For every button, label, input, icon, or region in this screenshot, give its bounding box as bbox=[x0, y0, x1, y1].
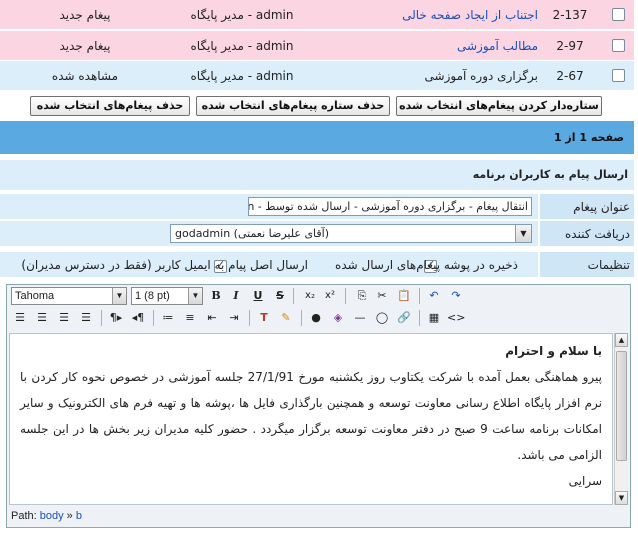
horizontal-rule-icon[interactable]: — bbox=[351, 309, 369, 327]
table-row: 2-137 اجتناب از ایجاد صفحه خالی admin - … bbox=[0, 0, 634, 30]
body-text: پیرو هماهنگی بعمل آمده با شرکت یکتاوب رو… bbox=[20, 370, 603, 462]
row-checkbox[interactable] bbox=[612, 39, 625, 52]
undo-icon[interactable]: ↶ bbox=[425, 287, 443, 305]
message-subject-link[interactable]: اجتناب از ایجاد صفحه خالی bbox=[318, 0, 538, 30]
editor-content[interactable]: با سلام و احترام پیرو هماهنگی بعمل آمده … bbox=[9, 333, 613, 505]
message-status: پیغام جدید bbox=[59, 8, 111, 22]
scroll-up-icon[interactable]: ▲ bbox=[615, 333, 628, 347]
underline-icon[interactable]: U bbox=[249, 287, 267, 305]
recipient-value: godadmin (آقای علیرضا نعمتی) bbox=[175, 227, 330, 240]
chevron-down-icon[interactable]: ▼ bbox=[515, 225, 531, 242]
indent-icon[interactable]: ⇥ bbox=[225, 309, 243, 327]
message-status: مشاهده شده bbox=[51, 69, 119, 83]
superscript-icon[interactable]: x² bbox=[321, 287, 339, 305]
insert-object-icon[interactable]: ◈ bbox=[329, 309, 347, 327]
body-closing: سرایی bbox=[568, 474, 602, 488]
font-family-select[interactable]: Tahoma ▼ bbox=[11, 287, 127, 305]
message-status: پیغام جدید bbox=[59, 39, 111, 53]
message-id: 2-97 bbox=[556, 39, 584, 53]
recipient-cell: godadmin (آقای علیرضا نعمتی) ▼ bbox=[0, 221, 538, 247]
editor-toolbar-bottom: ☰ ☰ ☰ ☰ ¶▸ ◂¶ ≔ ≡ ⇤ ⇥ T ✎ ● ◈ — ◯ 🔗 ▦ <> bbox=[7, 307, 630, 329]
align-center-icon[interactable]: ☰ bbox=[33, 309, 51, 327]
font-size-value: 1 (8 pt) bbox=[135, 290, 170, 302]
path-b-link[interactable]: b bbox=[76, 510, 82, 522]
strikethrough-icon[interactable]: S bbox=[271, 287, 289, 305]
unstar-selected-button[interactable]: حذف ستاره پیغام‌های انتخاب شده bbox=[196, 96, 390, 116]
copy-icon[interactable]: ⎘ bbox=[353, 287, 371, 305]
outdent-icon[interactable]: ⇤ bbox=[203, 309, 221, 327]
recipient-select[interactable]: godadmin (آقای علیرضا نعمتی) ▼ bbox=[170, 224, 532, 243]
settings-row: تنظیمات ذخیره در پوشه پیغام‌های ارسال شد… bbox=[0, 252, 634, 278]
cut-icon[interactable]: ✂ bbox=[373, 287, 391, 305]
subject-label: عنوان پیغام bbox=[540, 194, 634, 220]
subject-cell: انتقال پیغام - برگزاری دوره آموزشی - ارس… bbox=[0, 194, 538, 220]
recipient-row: دریافت کننده godadmin (آقای علیرضا نعمتی… bbox=[0, 221, 634, 247]
font-size-select[interactable]: 1 (8 pt) ▼ bbox=[131, 287, 203, 305]
align-justify-icon[interactable]: ☰ bbox=[77, 309, 95, 327]
subscript-icon[interactable]: x₂ bbox=[301, 287, 319, 305]
align-left-icon[interactable]: ☰ bbox=[11, 309, 29, 327]
scroll-down-icon[interactable]: ▼ bbox=[615, 491, 628, 505]
message-sender: admin - مدیر پایگاه bbox=[190, 39, 294, 53]
action-button-bar: ستاره‌دار کردن پیغام‌های انتخاب شده حذف … bbox=[0, 92, 634, 120]
highlight-color-icon[interactable]: ✎ bbox=[277, 309, 295, 327]
editor-path-bar: Path: body » b bbox=[7, 505, 630, 527]
editor-toolbar-top: Tahoma ▼ 1 (8 pt) ▼ B I U S x₂ x² ⎘ ✂ 📋 … bbox=[7, 285, 630, 307]
body-greeting: با سلام و احترام bbox=[505, 344, 602, 358]
bullet-point-icon[interactable]: ● bbox=[307, 309, 325, 327]
special-char-icon[interactable]: ◯ bbox=[373, 309, 391, 327]
message-id: 2-137 bbox=[552, 8, 588, 22]
source-code-icon[interactable]: <> bbox=[447, 309, 465, 327]
paste-icon[interactable]: 📋 bbox=[395, 287, 413, 305]
redo-icon[interactable]: ↷ bbox=[447, 287, 465, 305]
table-icon[interactable]: ▦ bbox=[425, 309, 443, 327]
numbered-list-icon[interactable]: ≔ bbox=[159, 309, 177, 327]
font-family-value: Tahoma bbox=[15, 290, 55, 302]
send-email-label: ارسال اصل پیام به ایمیل کاربر (فقط در دس… bbox=[21, 258, 308, 272]
row-checkbox[interactable] bbox=[612, 8, 625, 21]
star-selected-button[interactable]: ستاره‌دار کردن پیغام‌های انتخاب شده bbox=[396, 96, 602, 116]
message-id: 2-67 bbox=[556, 69, 584, 83]
delete-selected-button[interactable]: حذف پیغام‌های انتخاب شده bbox=[30, 96, 190, 116]
table-row: 2-97 مطالب آموزشی admin - مدیر پایگاه پی… bbox=[0, 31, 634, 61]
path-separator: » bbox=[66, 510, 73, 522]
rich-text-editor: Tahoma ▼ 1 (8 pt) ▼ B I U S x₂ x² ⎘ ✂ 📋 … bbox=[6, 284, 631, 528]
settings-cell: ذخیره در پوشه پیغام‌های ارسال شده ارسال … bbox=[0, 252, 538, 278]
scroll-thumb[interactable] bbox=[616, 351, 627, 461]
bold-icon[interactable]: B bbox=[207, 287, 225, 305]
ltr-direction-icon[interactable]: ¶▸ bbox=[107, 309, 125, 327]
chevron-down-icon[interactable]: ▼ bbox=[188, 288, 202, 304]
editor-scrollbar[interactable]: ▲ ▼ bbox=[614, 333, 628, 505]
rtl-direction-icon[interactable]: ◂¶ bbox=[129, 309, 147, 327]
recipient-label: دریافت کننده bbox=[540, 221, 634, 247]
message-sender: admin - مدیر پایگاه bbox=[190, 8, 294, 22]
row-checkbox[interactable] bbox=[612, 69, 625, 82]
table-row: 2-67 برگزاری دوره آموزشی admin - مدیر پا… bbox=[0, 61, 634, 91]
compose-title: ارسال پیام به کاربران برنامه bbox=[0, 160, 634, 190]
subject-row: عنوان پیغام انتقال پیغام - برگزاری دوره … bbox=[0, 194, 634, 220]
path-label: Path: bbox=[11, 510, 37, 522]
subject-input[interactable]: انتقال پیغام - برگزاری دوره آموزشی - ارس… bbox=[248, 197, 532, 216]
pager: صفحه 1 از 1 bbox=[0, 121, 634, 154]
path-body-link[interactable]: body bbox=[40, 510, 64, 522]
bulleted-list-icon[interactable]: ≡ bbox=[181, 309, 199, 327]
italic-icon[interactable]: I bbox=[227, 287, 245, 305]
settings-label: تنظیمات bbox=[540, 252, 634, 278]
message-subject[interactable]: برگزاری دوره آموزشی bbox=[318, 61, 538, 91]
save-sent-label: ذخیره در پوشه پیغام‌های ارسال شده bbox=[335, 258, 518, 272]
message-sender: admin - مدیر پایگاه bbox=[190, 69, 294, 83]
align-right-icon[interactable]: ☰ bbox=[55, 309, 73, 327]
chevron-down-icon[interactable]: ▼ bbox=[112, 288, 126, 304]
link-icon[interactable]: 🔗 bbox=[395, 309, 413, 327]
text-color-icon[interactable]: T bbox=[255, 309, 273, 327]
message-subject-link[interactable]: مطالب آموزشی bbox=[318, 31, 538, 61]
